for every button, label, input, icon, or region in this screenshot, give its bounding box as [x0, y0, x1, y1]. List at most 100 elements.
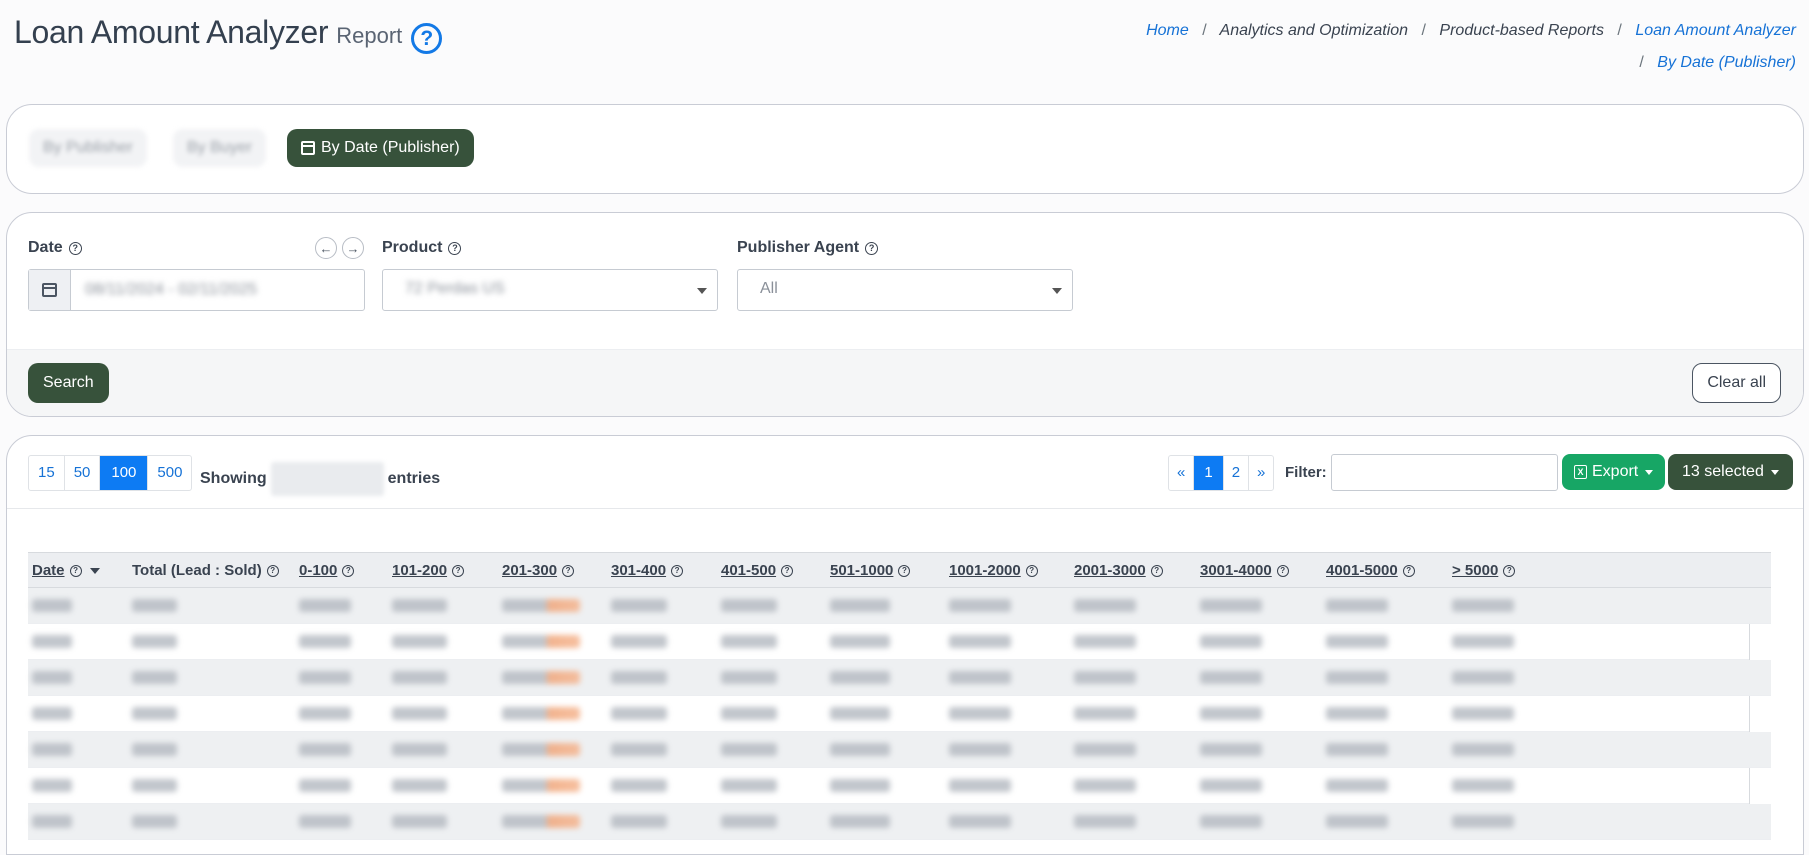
help-icon[interactable]: ? — [1025, 564, 1038, 577]
date-range-input[interactable]: 08/11/2024 - 02/11/2025 — [28, 269, 365, 311]
pagination: «1 2» — [1168, 455, 1275, 491]
help-icon[interactable]: ? — [266, 564, 279, 577]
pagination-page-2[interactable]: 2 — [1222, 456, 1248, 490]
column-header-501-1000[interactable]: 501-1000? — [830, 562, 911, 579]
page-size-selector: 15 50 100 500 — [28, 455, 193, 491]
redacted-cell — [721, 815, 777, 828]
redacted-cell — [830, 671, 890, 684]
column-header-201-300[interactable]: 201-300? — [502, 562, 575, 579]
filter-card: Date ? ← → 08/11/2024 - 02/11/2025 Produ… — [6, 212, 1804, 417]
page-size-50[interactable]: 50 — [63, 456, 100, 490]
columns-selected-dropdown[interactable]: 13 selected — [1668, 454, 1793, 490]
column-header-label: > 5000 — [1452, 562, 1499, 579]
table-filter-input[interactable] — [1331, 454, 1558, 491]
column-header-total-lead-sold[interactable]: Total (Lead : Sold)? — [132, 562, 279, 579]
column-header-2001-3000[interactable]: 2001-3000? — [1074, 562, 1163, 579]
table-row — [28, 732, 1771, 768]
date-next-arrow-button[interactable]: → — [342, 237, 364, 259]
help-icon[interactable]: ? — [1150, 564, 1163, 577]
redacted-cell — [299, 671, 351, 684]
redacted-cell — [830, 635, 890, 648]
page-size-15[interactable]: 15 — [29, 456, 64, 490]
publisher-agent-select[interactable]: All — [737, 269, 1073, 311]
help-icon[interactable]: ? — [562, 564, 575, 577]
page-size-100[interactable]: 100 — [99, 456, 148, 490]
entries-range-redacted — [270, 462, 384, 496]
date-prev-arrow-button[interactable]: ← — [315, 237, 337, 259]
help-icon[interactable]: ? — [68, 241, 82, 255]
redacted-cell — [1200, 815, 1262, 828]
redacted-cell — [830, 707, 890, 720]
product-select[interactable]: 72 Perdas US — [382, 269, 718, 311]
redacted-cell — [1074, 779, 1136, 792]
help-icon[interactable]: ? — [865, 241, 879, 255]
excel-file-icon: X — [1574, 465, 1587, 479]
redacted-cell — [1452, 599, 1514, 612]
redacted-cell — [502, 743, 580, 756]
pagination-page-1[interactable]: 1 — [1193, 456, 1223, 490]
column-header-4001-5000[interactable]: 4001-5000? — [1326, 562, 1415, 579]
help-icon[interactable]: ? — [342, 564, 355, 577]
redacted-cell — [32, 707, 72, 720]
help-circle-icon[interactable]: ? — [411, 23, 443, 54]
breadcrumb-current-link[interactable]: By Date (Publisher) — [1657, 54, 1796, 71]
redacted-cell — [949, 779, 1011, 792]
column-header-label: 501-1000 — [830, 562, 894, 579]
date-calendar-icon[interactable] — [29, 270, 71, 310]
sort-desc-icon[interactable] — [89, 567, 100, 574]
redacted-cell — [32, 671, 72, 684]
page-size-500[interactable]: 500 — [147, 456, 191, 490]
tab-by-date-publisher[interactable]: By Date (Publisher) — [287, 129, 474, 167]
redacted-cell — [611, 707, 667, 720]
redacted-cell — [721, 599, 777, 612]
column-header-label: 1001-2000 — [949, 562, 1021, 579]
column-header-3001-4000[interactable]: 3001-4000? — [1200, 562, 1289, 579]
filter-footer — [7, 349, 1803, 416]
help-icon[interactable]: ? — [1402, 564, 1415, 577]
breadcrumb-home-link[interactable]: Home — [1146, 22, 1189, 39]
redacted-cell — [1326, 779, 1388, 792]
pagination-prev-button[interactable]: « — [1169, 456, 1193, 490]
column-header-1001-2000[interactable]: 1001-2000? — [949, 562, 1038, 579]
tab-by-publisher[interactable]: By Publisher — [29, 129, 147, 167]
redacted-cell — [132, 599, 177, 612]
redacted-cell — [32, 599, 72, 612]
redacted-cell — [392, 815, 447, 828]
column-header-label: Total (Lead : Sold) — [132, 562, 262, 579]
redacted-cell — [611, 743, 667, 756]
column-header-5000[interactable]: > 5000? — [1452, 562, 1516, 579]
column-header-0-100[interactable]: 0-100? — [299, 562, 355, 579]
column-header-label: 301-400 — [611, 562, 667, 579]
help-icon[interactable]: ? — [898, 564, 911, 577]
product-select-value: 72 Perdas US — [405, 280, 505, 297]
column-header-date[interactable]: Date? — [32, 562, 100, 579]
redacted-cell — [1200, 779, 1262, 792]
redacted-cell — [502, 599, 580, 612]
redacted-cell — [1200, 635, 1262, 648]
pagination-next-button[interactable]: » — [1248, 456, 1273, 490]
column-header-101-200[interactable]: 101-200? — [392, 562, 465, 579]
help-icon[interactable]: ? — [448, 241, 462, 255]
export-button[interactable]: X Export — [1562, 454, 1666, 490]
search-button[interactable]: Search — [28, 363, 109, 403]
redacted-cell — [611, 635, 667, 648]
help-icon[interactable]: ? — [1276, 564, 1289, 577]
help-icon[interactable]: ? — [1503, 564, 1516, 577]
help-icon[interactable]: ? — [69, 564, 82, 577]
clear-all-button[interactable]: Clear all — [1692, 363, 1781, 403]
redacted-cell — [949, 635, 1011, 648]
redacted-cell — [299, 743, 351, 756]
tab-by-buyer[interactable]: By Buyer — [173, 129, 266, 167]
redacted-cell — [611, 671, 667, 684]
results-card: 15 50 100 500 Showing entries «1 2» Filter: … — [6, 435, 1804, 855]
help-icon[interactable]: ? — [781, 564, 794, 577]
column-header-label: Date — [32, 562, 65, 579]
breadcrumb-analyzer-link[interactable]: Loan Amount Analyzer — [1635, 22, 1796, 39]
redacted-cell — [1200, 743, 1262, 756]
help-icon[interactable]: ? — [452, 564, 465, 577]
column-header-301-400[interactable]: 301-400? — [611, 562, 684, 579]
page-header: Loan Amount Analyzer Report ? Home / Ana… — [0, 0, 1809, 95]
help-icon[interactable]: ? — [671, 564, 684, 577]
column-header-401-500[interactable]: 401-500? — [721, 562, 794, 579]
chevron-down-icon — [1770, 469, 1779, 475]
